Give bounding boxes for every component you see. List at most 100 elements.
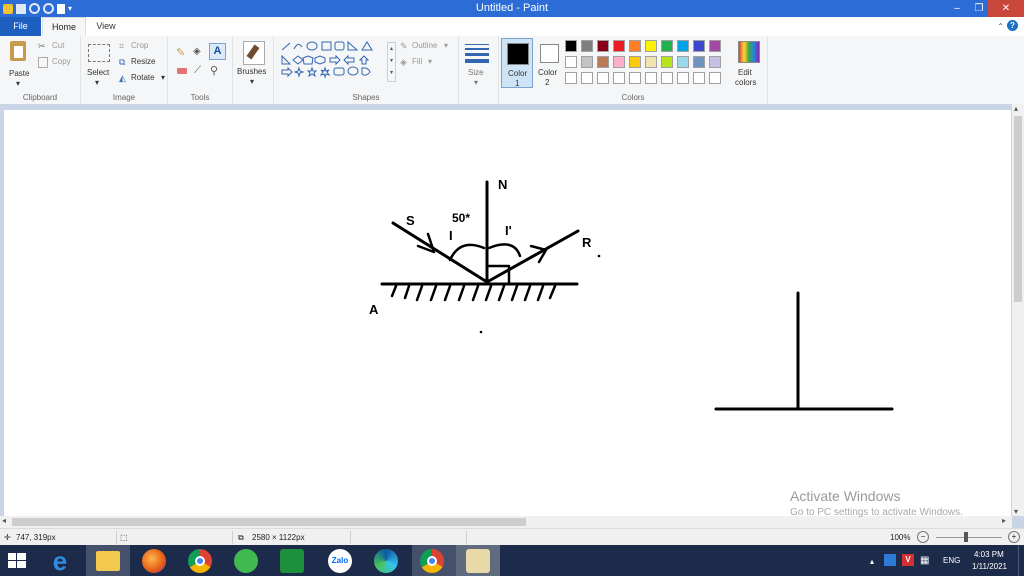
minimize-button[interactable]: – <box>946 0 968 17</box>
show-desktop-button[interactable] <box>1018 545 1024 576</box>
fill-button[interactable]: ◈ Fill ▾ <box>400 57 432 68</box>
tab-view[interactable]: View <box>88 17 124 36</box>
vertical-scroll-thumb[interactable] <box>1014 116 1022 302</box>
palette-swatch[interactable] <box>565 72 577 84</box>
ribbon-collapse-icon[interactable]: ⌃ <box>997 22 1004 31</box>
palette-swatch[interactable] <box>629 56 641 68</box>
help-button[interactable]: ? <box>1007 20 1018 31</box>
palette-swatch[interactable] <box>645 56 657 68</box>
shapes-gallery[interactable] <box>278 40 390 84</box>
size-button[interactable]: Size ▾ <box>462 40 494 87</box>
incidence-angle-arc <box>448 243 486 262</box>
shapes-group-label: Shapes <box>352 93 380 102</box>
palette-swatch[interactable] <box>629 40 641 52</box>
label-r: R <box>582 235 592 250</box>
language-indicator[interactable]: ENG <box>943 556 960 565</box>
palette-swatch[interactable] <box>661 56 673 68</box>
copy-button[interactable]: Copy <box>38 57 71 70</box>
edge-icon[interactable] <box>374 549 398 573</box>
palette-swatch[interactable] <box>645 40 657 52</box>
magnifier-icon[interactable]: ⚲ <box>210 64 218 77</box>
scroll-up-icon[interactable]: ▴ <box>1014 104 1018 113</box>
scroll-down-icon[interactable]: ▾ <box>1014 507 1018 516</box>
fill-bucket-icon[interactable]: ◈ <box>193 46 201 57</box>
coccoc-browser-icon[interactable] <box>234 549 258 573</box>
palette-swatch[interactable] <box>565 56 577 68</box>
palette-swatch[interactable] <box>597 40 609 52</box>
firefox-icon[interactable] <box>142 549 166 573</box>
palette-swatch[interactable] <box>613 72 625 84</box>
vertical-scrollbar[interactable]: ▴ ▾ <box>1012 104 1024 516</box>
color-picker-icon[interactable]: ⟋ <box>194 65 201 76</box>
palette-swatch[interactable] <box>661 40 673 52</box>
text-tool-icon[interactable]: A <box>209 43 226 60</box>
palette-swatch[interactable] <box>645 72 657 84</box>
pencil-icon[interactable]: ✎ <box>176 46 185 59</box>
zoom-in-button[interactable]: + <box>1008 531 1020 543</box>
chrome-window-icon[interactable] <box>420 549 444 573</box>
palette-swatch[interactable] <box>581 72 593 84</box>
horizontal-scroll-thumb[interactable] <box>12 518 526 526</box>
palette-swatch[interactable] <box>597 56 609 68</box>
palette-swatch[interactable] <box>581 56 593 68</box>
canvas-size-icon: ⧉ <box>238 533 244 542</box>
close-button[interactable]: ✕ <box>988 0 1024 17</box>
palette-swatch[interactable] <box>709 56 721 68</box>
palette-swatch[interactable] <box>709 72 721 84</box>
palette-swatch[interactable] <box>661 72 673 84</box>
palette-swatch[interactable] <box>613 56 625 68</box>
internet-explorer-icon[interactable]: e <box>48 548 72 574</box>
edit-colors-button[interactable]: Edit colors <box>733 38 765 88</box>
rotate-button[interactable]: ◭ Rotate ▾ <box>119 73 165 84</box>
palette-swatch[interactable] <box>709 40 721 52</box>
palette-swatch[interactable] <box>565 40 577 52</box>
label-i: I <box>449 228 453 243</box>
resize-button[interactable]: ⧉ Resize <box>119 57 155 68</box>
palette-swatch[interactable] <box>581 40 593 52</box>
windows-start-icon[interactable] <box>8 553 26 569</box>
selection-size-icon: ⬚ <box>120 533 128 542</box>
clock-date[interactable]: 1/11/2021 <box>972 562 1007 571</box>
brushes-button[interactable]: Brushes ▾ <box>237 41 269 87</box>
palette-swatch[interactable] <box>597 72 609 84</box>
colors-group: Edit colors Colors <box>498 36 768 104</box>
paste-button[interactable]: Paste ▾ <box>4 39 34 88</box>
tray-app-icon[interactable] <box>884 554 896 566</box>
outline-button[interactable]: ✎ Outline ▾ <box>400 41 448 52</box>
palette-swatch[interactable] <box>693 72 705 84</box>
rotate-icon: ◭ <box>119 73 126 83</box>
tab-home[interactable]: Home <box>42 17 86 36</box>
unikey-tray-icon[interactable]: V <box>902 554 914 566</box>
palette-swatch[interactable] <box>693 56 705 68</box>
network-icon[interactable]: ▦ <box>920 555 929 566</box>
paint-taskbar-icon[interactable] <box>466 549 490 573</box>
palette-swatch[interactable] <box>677 40 689 52</box>
drawing-canvas[interactable]: N S R A 50* I I' <box>4 110 1011 516</box>
clock-time[interactable]: 4:03 PM <box>974 550 1004 559</box>
zoom-slider[interactable] <box>936 532 1002 542</box>
cut-button[interactable]: ✂ Cut <box>38 41 64 52</box>
tab-file[interactable]: File <box>0 17 41 36</box>
ribbon: Paste ▾ ✂ Cut Copy Clipboard Select ▾ ⌗ … <box>0 36 1024 105</box>
palette-swatch[interactable] <box>693 40 705 52</box>
shapes-scroll-icon[interactable]: ▴ ▾ ▾ <box>387 42 396 82</box>
scroll-left-icon[interactable]: ◂ <box>2 516 6 525</box>
palette-swatch[interactable] <box>677 72 689 84</box>
crop-button[interactable]: ⌗ Crop <box>119 41 148 52</box>
palette-swatch[interactable] <box>613 40 625 52</box>
select-button[interactable]: Select ▾ <box>85 42 113 87</box>
chrome-icon[interactable] <box>188 549 212 573</box>
eraser-icon[interactable] <box>177 68 187 74</box>
store-icon[interactable] <box>280 549 304 573</box>
tray-overflow-icon[interactable]: ▴ <box>870 557 874 566</box>
palette-swatch[interactable] <box>629 72 641 84</box>
zoom-slider-thumb[interactable] <box>964 532 968 542</box>
scroll-right-icon[interactable]: ▸ <box>1002 516 1006 525</box>
maximize-button[interactable]: ❐ <box>968 0 990 17</box>
brushes-group: Brushes ▾ <box>233 36 274 104</box>
palette-swatch[interactable] <box>677 56 689 68</box>
zoom-out-button[interactable]: − <box>917 531 929 543</box>
file-explorer-icon[interactable] <box>96 551 120 571</box>
zalo-icon[interactable]: Zalo <box>328 549 352 573</box>
cursor-position: 747, 319px <box>16 533 56 542</box>
